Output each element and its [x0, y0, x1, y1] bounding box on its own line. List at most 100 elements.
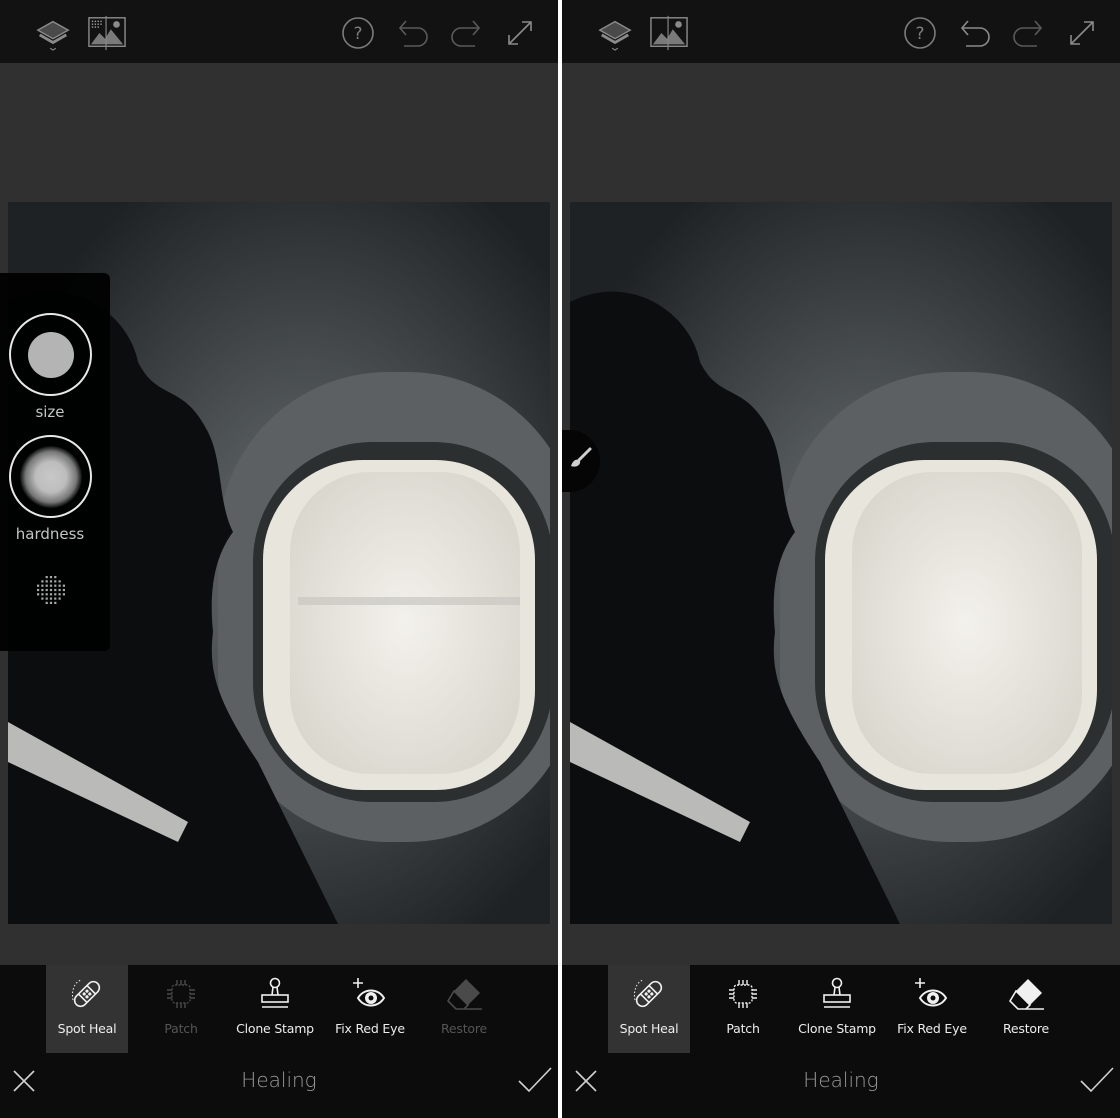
eraser-icon [1006, 975, 1046, 1013]
size-label: size [35, 403, 65, 421]
tool-label: Fix Red Eye [897, 1021, 967, 1036]
grid-dot [54, 597, 57, 600]
grid-dot [58, 584, 61, 587]
checkmark-icon[interactable] [516, 1065, 554, 1095]
grid-dot [37, 584, 40, 587]
grid-dot [45, 588, 48, 592]
tool-bar: Spot Heal Patch Clone Stamp Fix Red Eye … [562, 965, 1120, 1053]
eye-plus-icon [914, 975, 950, 1013]
undo-icon[interactable] [956, 14, 994, 52]
tool-restore[interactable]: Restore [423, 965, 505, 1053]
brush-settings-panel: size hardness [0, 273, 110, 651]
grid-dot [45, 597, 48, 600]
eraser-icon [444, 975, 484, 1013]
grid-dot [37, 593, 40, 596]
stamp-icon [820, 975, 854, 1013]
grid-dot [58, 593, 61, 596]
brush-overlay-toggle-icon[interactable] [34, 573, 68, 607]
tool-patch[interactable]: Patch [702, 965, 784, 1053]
bandage-icon [631, 975, 667, 1013]
svg-text:?: ? [915, 24, 924, 44]
photo-canvas[interactable] [570, 202, 1112, 924]
brush-icon [568, 446, 594, 477]
before-panel: ? size hardness Spot Heal Patch Clone St… [0, 0, 558, 1118]
tool-label: Restore [440, 1021, 488, 1036]
grid-dot [62, 588, 65, 592]
size-preview-dot [27, 331, 74, 378]
compare-image-icon[interactable] [650, 14, 688, 52]
grid-dot [49, 593, 53, 596]
tool-label: Clone Stamp [236, 1021, 314, 1036]
grid-dot [54, 576, 57, 579]
help-icon[interactable]: ? [901, 14, 939, 52]
bottom-bar: Healing [0, 1053, 558, 1118]
svg-text:?: ? [353, 24, 362, 44]
tool-label: Patch [726, 1021, 760, 1036]
grid-dot [49, 588, 53, 592]
grid-dot [49, 576, 53, 579]
top-toolbar: ? [0, 0, 558, 63]
tool-label: Clone Stamp [798, 1021, 876, 1036]
redo-icon[interactable] [1009, 14, 1047, 52]
after-panel: ? Spot Heal Patch Clone Stamp Fix Red Ey… [562, 0, 1120, 1118]
compare-image-icon[interactable] [88, 14, 126, 52]
tool-spot-heal[interactable]: Spot Heal [608, 965, 690, 1053]
tool-clone-stamp[interactable]: Clone Stamp [796, 965, 878, 1053]
tool-label: Fix Red Eye [335, 1021, 405, 1036]
brush-size-dial[interactable] [9, 313, 92, 396]
grid-dot [41, 588, 44, 592]
tool-patch[interactable]: Patch [140, 965, 222, 1053]
tool-label: Restore [1002, 1021, 1050, 1036]
grid-dot [41, 593, 44, 596]
grid-dot [62, 593, 65, 596]
tool-label: Spot Heal [57, 1021, 117, 1036]
fullscreen-icon[interactable] [501, 14, 539, 52]
layers-icon[interactable] [596, 14, 634, 52]
grid-dot [45, 601, 48, 604]
tool-clone-stamp[interactable]: Clone Stamp [234, 965, 316, 1053]
grid-dot [41, 584, 44, 587]
patch-icon [164, 975, 198, 1013]
brush-hardness-dial[interactable] [9, 435, 92, 518]
tool-fix-red-eye[interactable]: Fix Red Eye [329, 965, 411, 1053]
layers-icon[interactable] [34, 14, 72, 52]
undo-icon[interactable] [394, 14, 432, 52]
bandage-icon [69, 975, 105, 1013]
tool-label: Patch [164, 1021, 198, 1036]
grid-dot [54, 580, 57, 583]
grid-dot [58, 580, 61, 583]
grid-dot [49, 584, 53, 587]
tool-restore[interactable]: Restore [985, 965, 1067, 1053]
grid-dot [41, 597, 44, 600]
grid-dot [45, 584, 48, 587]
grid-dot [54, 601, 57, 604]
grid-dot [62, 584, 65, 587]
grid-dot [54, 588, 57, 592]
grid-dot [45, 593, 48, 596]
redo-icon[interactable] [447, 14, 485, 52]
stamp-icon [258, 975, 292, 1013]
grid-dot [41, 580, 44, 583]
tool-label: Spot Heal [619, 1021, 679, 1036]
grid-dot [49, 601, 53, 604]
mode-title: Healing [803, 1068, 879, 1092]
grid-dot [58, 597, 61, 600]
tool-spot-heal[interactable]: Spot Heal [46, 965, 128, 1053]
eye-plus-icon [352, 975, 388, 1013]
top-toolbar: ? [562, 0, 1120, 63]
bottom-bar: Healing [562, 1053, 1120, 1118]
hardness-preview-dot [19, 445, 82, 508]
grid-dot [49, 597, 53, 600]
tool-fix-red-eye[interactable]: Fix Red Eye [891, 965, 973, 1053]
help-icon[interactable]: ? [339, 14, 377, 52]
grid-dot [49, 580, 53, 583]
mode-title: Healing [241, 1068, 317, 1092]
hardness-label: hardness [15, 525, 85, 543]
checkmark-icon[interactable] [1078, 1065, 1116, 1095]
grid-dot [45, 576, 48, 579]
fullscreen-icon[interactable] [1063, 14, 1101, 52]
grid-dot [54, 593, 57, 596]
grid-dot [37, 588, 40, 592]
grid-dot [54, 584, 57, 587]
grid-dot [58, 588, 61, 592]
